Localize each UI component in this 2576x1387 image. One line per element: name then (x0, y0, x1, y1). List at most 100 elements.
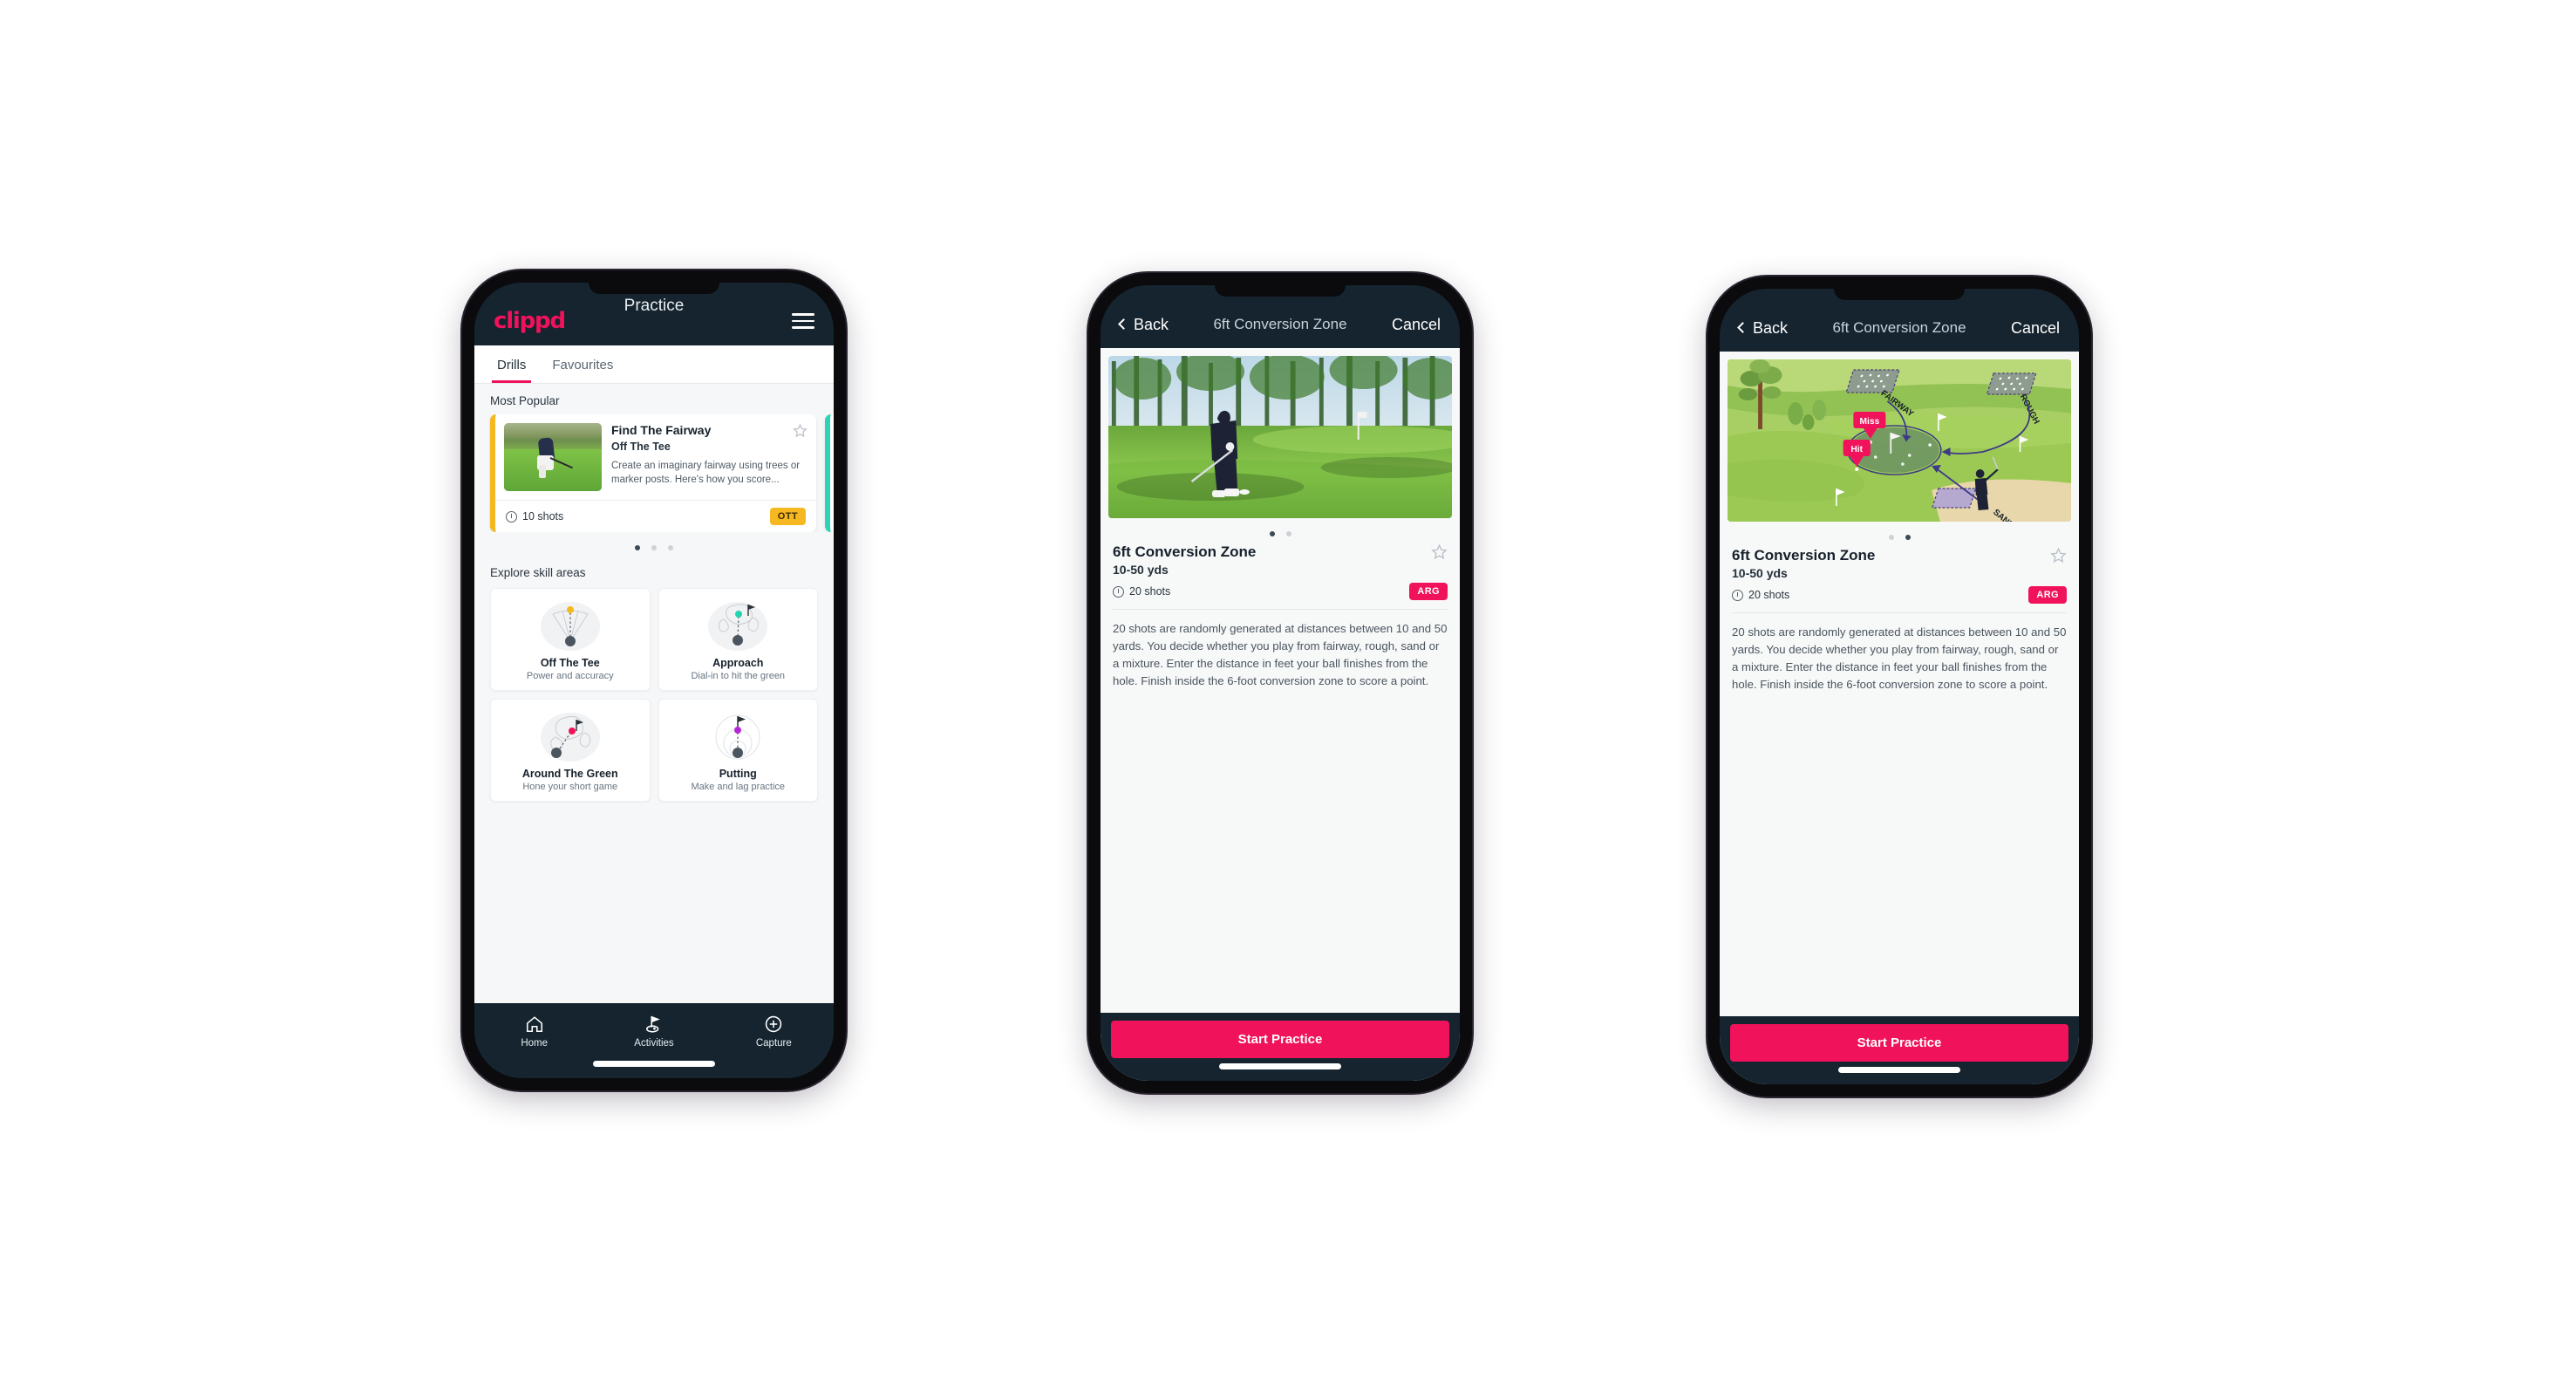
detail-scroll-area: 6ft Conversion Zone 10-50 yds 20 shots A… (1101, 348, 1460, 1013)
most-popular-label: Most Popular (490, 394, 560, 407)
detail-yardage: 10-50 yds (1113, 563, 1169, 577)
drill-title: Find The Fairway (611, 423, 712, 437)
practice-screen: Drills Favourites Most Popular Find The … (474, 345, 834, 1003)
skill-badge-arg: ARG (2028, 586, 2067, 604)
nav-item-home[interactable]: Home (474, 1014, 594, 1049)
skill-name: Around The Green (521, 768, 618, 780)
phone-screen-2: Back 6ft Conversion Zone Cancel 6ft Conv… (1101, 285, 1460, 1081)
detail-shots: 20 shots (1113, 585, 1170, 598)
plus-circle-icon (714, 1014, 834, 1035)
putting-rings-icon (664, 709, 813, 765)
start-practice-button[interactable]: Start Practice (1111, 1021, 1449, 1058)
miss-label: Miss (1859, 417, 1879, 427)
home-indicator (1219, 1063, 1341, 1069)
nav-item-activities[interactable]: Activities (594, 1014, 713, 1049)
explore-skill-areas-label: Explore skill areas (490, 566, 586, 579)
drill-thumbnail (504, 423, 602, 491)
drill-carousel[interactable]: Find The Fairway Off The Tee Create an i… (474, 414, 834, 532)
media-dot-2[interactable] (1285, 531, 1291, 536)
carousel-dot-3[interactable] (668, 545, 673, 550)
media-dots (1101, 518, 1460, 542)
drill-card[interactable]: Find The Fairway Off The Tee Create an i… (490, 414, 816, 532)
skill-badge-arg: ARG (1409, 583, 1448, 600)
cancel-button[interactable]: Cancel (1392, 316, 1441, 334)
phone-mockup-practice-list: clippd Practice Drills Favourites Most P… (462, 270, 846, 1090)
skill-desc: Power and accuracy (526, 671, 614, 681)
tab-drills[interactable]: Drills (492, 354, 532, 383)
golf-flag-icon (594, 1014, 713, 1035)
skill-name: Off The Tee (540, 657, 600, 669)
nav-label: Capture (755, 1038, 792, 1049)
nav-label: Home (521, 1038, 548, 1049)
skill-badge-ott: OTT (769, 508, 806, 525)
phone-screen-1: clippd Practice Drills Favourites Most P… (474, 283, 834, 1078)
media-dots (1720, 522, 2079, 545)
detail-header: 6ft Conversion Zone 10-50 yds 20 shots A… (1720, 545, 2079, 604)
drill-card-footer: 10 shots OTT (495, 500, 816, 532)
hamburger-menu-icon[interactable] (792, 313, 814, 329)
chip-around-green-icon (496, 709, 644, 765)
detail-shots-label: 20 shots (1129, 585, 1171, 598)
detail-scroll-area: FAIRWAY ROUGH SAND Miss Hit 6ft Conversi… (1720, 352, 2079, 1016)
skill-card-approach[interactable]: Approach Dial-in to hit the green (658, 588, 818, 691)
skill-card-around-the-green[interactable]: Around The Green Hone your short game (490, 699, 651, 802)
skill-name: Putting (719, 768, 757, 780)
approach-green-icon (664, 598, 813, 654)
star-outline-icon[interactable] (793, 423, 808, 438)
media-dot-2[interactable] (1905, 535, 1911, 540)
media-dot-1[interactable] (1269, 531, 1275, 536)
home-indicator (593, 1061, 715, 1067)
bottom-navigation: Home Activities Capture (474, 1003, 834, 1078)
phone-notch (1215, 285, 1346, 297)
back-button[interactable]: Back (1737, 319, 1788, 338)
clock-icon (1732, 589, 1743, 601)
drill-text: Find The Fairway Off The Tee Create an i… (611, 423, 808, 491)
drill-detail-screen: 6ft Conversion Zone 10-50 yds 20 shots A… (1101, 348, 1460, 1081)
skill-card-putting[interactable]: Putting Make and lag practice (658, 699, 818, 802)
drill-shots: 10 shots (506, 510, 563, 523)
skill-desc: Dial-in to hit the green (691, 671, 786, 681)
carousel-dot-1[interactable] (635, 545, 640, 550)
chevron-left-icon (1737, 322, 1748, 333)
screenshot-stage: clippd Practice Drills Favourites Most P… (0, 0, 2576, 1387)
drill-card-body: Find The Fairway Off The Tee Create an i… (495, 414, 816, 500)
hit-label: Hit (1850, 445, 1863, 454)
tee-shot-fan-icon (496, 598, 644, 654)
practice-content: Most Popular Find The Fairway Off The Te… (474, 384, 834, 1003)
detail-title: 6ft Conversion Zone (1732, 547, 1876, 564)
detail-shots: 20 shots (1732, 589, 1789, 601)
cancel-button[interactable]: Cancel (2011, 319, 2060, 338)
star-outline-icon[interactable] (2050, 547, 2067, 564)
carousel-dots (474, 532, 834, 556)
detail-shots-label: 20 shots (1748, 589, 1790, 601)
drill-media-illustration[interactable]: FAIRWAY ROUGH SAND Miss Hit (1728, 359, 2071, 522)
nav-item-capture[interactable]: Capture (714, 1014, 834, 1049)
star-outline-icon[interactable] (1431, 543, 1448, 560)
phone-mockup-drill-detail-photo: Back 6ft Conversion Zone Cancel 6ft Conv… (1088, 273, 1472, 1093)
nav-title: 6ft Conversion Zone (1213, 316, 1347, 332)
start-practice-button[interactable]: Start Practice (1730, 1024, 2068, 1062)
carousel-dot-2[interactable] (651, 545, 657, 550)
detail-title: 6ft Conversion Zone (1113, 543, 1257, 560)
phone-notch (589, 283, 719, 294)
skill-desc: Make and lag practice (691, 782, 786, 792)
detail-description: 20 shots are randomly generated at dista… (1732, 625, 2067, 692)
media-dot-1[interactable] (1888, 535, 1894, 540)
clippd-logo[interactable]: clippd (494, 308, 566, 334)
detail-yardage: 10-50 yds (1732, 566, 1788, 580)
home-icon (474, 1014, 594, 1035)
skill-desc: Hone your short game (522, 782, 618, 792)
back-label: Back (1134, 315, 1169, 333)
skill-card-off-the-tee[interactable]: Off The Tee Power and accuracy (490, 588, 651, 691)
clock-icon (506, 510, 517, 523)
drill-shots-label: 10 shots (522, 510, 564, 523)
skill-name: Approach (712, 657, 764, 669)
drill-media-photo[interactable] (1108, 356, 1452, 518)
back-button[interactable]: Back (1118, 315, 1169, 334)
drill-description: Create an imaginary fairway using trees … (611, 460, 801, 485)
drill-subtitle: Off The Tee (611, 440, 671, 453)
drill-card-next-peek[interactable] (825, 414, 834, 532)
tab-favourites[interactable]: Favourites (547, 354, 618, 383)
detail-description: 20 shots are randomly generated at dista… (1113, 622, 1448, 688)
cta-container: Start Practice (1720, 1016, 2079, 1084)
